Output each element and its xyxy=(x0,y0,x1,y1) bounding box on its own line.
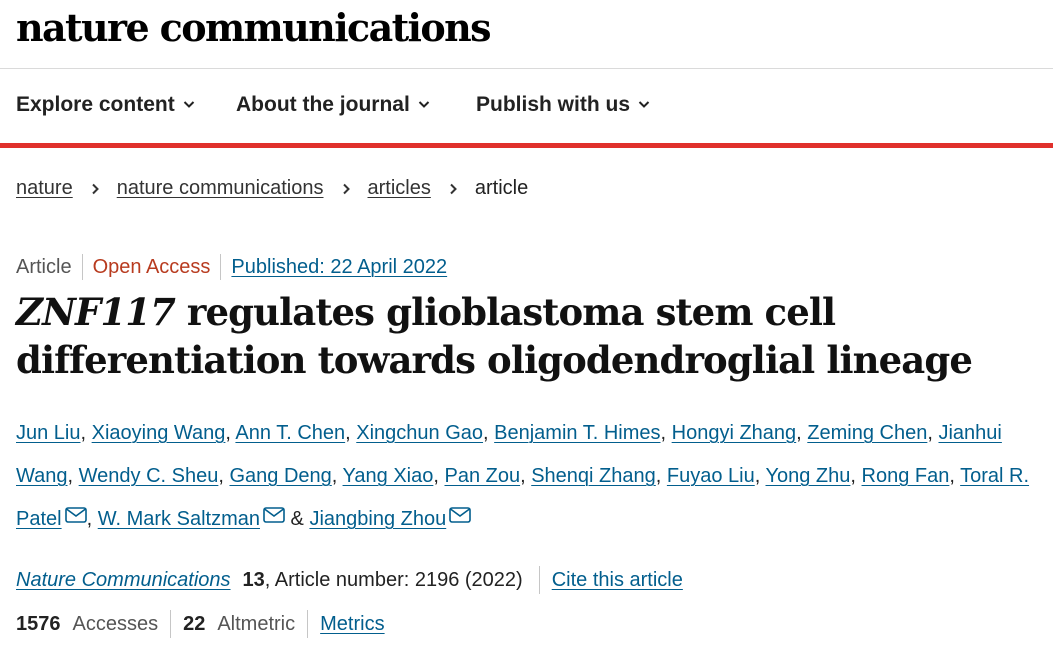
author-link[interactable]: Fuyao Liu xyxy=(667,465,755,487)
author-separator: , xyxy=(520,465,532,487)
divider xyxy=(81,254,83,280)
author-link[interactable]: Pan Zou xyxy=(444,465,520,487)
author-link[interactable]: Xiaoying Wang xyxy=(92,422,226,444)
author-link[interactable]: Zeming Chen xyxy=(807,422,927,444)
author-link[interactable]: Rong Fan xyxy=(862,465,950,487)
author-link[interactable]: Yong Zhu xyxy=(766,465,851,487)
breadcrumb: nature nature communications articles ar… xyxy=(16,177,528,200)
mail-icon[interactable] xyxy=(263,507,285,523)
author-list: Jun Liu, Xiaoying Wang, Ann T. Chen, Xin… xyxy=(16,412,1046,541)
cite-this-article-link[interactable]: Cite this article xyxy=(552,569,683,592)
chevron-right-icon xyxy=(92,183,99,194)
author-separator: , xyxy=(655,465,667,487)
open-access-badge: Open Access xyxy=(92,255,211,278)
masthead: nature communications xyxy=(0,0,1053,69)
author-separator: , xyxy=(754,465,766,487)
chevron-right-icon xyxy=(450,183,457,194)
divider xyxy=(538,566,540,594)
nav-publish-with-us[interactable]: Publish with us xyxy=(476,93,650,117)
breadcrumb-link-nature[interactable]: nature xyxy=(16,177,73,200)
site-logo[interactable]: nature communications xyxy=(16,6,492,50)
nav-about-journal[interactable]: About the journal xyxy=(236,93,430,117)
mail-icon[interactable] xyxy=(449,507,472,523)
author-separator: , xyxy=(225,422,236,444)
author-separator: , xyxy=(660,422,672,444)
altmetric-label: Altmetric xyxy=(217,612,296,635)
citation-row: Nature Communications 13 , Article numbe… xyxy=(16,566,683,594)
article-type: Article xyxy=(16,255,72,278)
altmetric-score: 22 xyxy=(183,612,206,635)
author-link[interactable]: Xingchun Gao xyxy=(356,422,483,444)
author-separator: , xyxy=(949,465,961,487)
volume-number: 13 xyxy=(242,568,265,591)
chevron-down-icon xyxy=(418,101,430,108)
breadcrumb-link-articles[interactable]: articles xyxy=(368,177,431,200)
metrics-link[interactable]: Metrics xyxy=(320,613,384,636)
chevron-down-icon xyxy=(638,101,650,108)
title-gene-name: ZNF117 xyxy=(16,290,176,334)
author-separator: , xyxy=(850,465,862,487)
author-link[interactable]: Benjamin T. Himes xyxy=(494,422,660,444)
main-nav: Explore content About the journal Publis… xyxy=(0,69,1053,148)
author-link[interactable]: Shenqi Zhang xyxy=(531,465,656,487)
author-link[interactable]: Wendy C. Sheu xyxy=(79,465,219,487)
metrics-row: 1576 Accesses 22 Altmetric Metrics xyxy=(16,610,385,638)
divider xyxy=(220,254,222,280)
journal-link[interactable]: Nature Communications xyxy=(16,569,231,592)
author-link[interactable]: Yang Xiao xyxy=(343,465,434,487)
author-separator: , xyxy=(218,465,230,487)
breadcrumb-link-nature-communications[interactable]: nature communications xyxy=(117,177,324,200)
article-title: ZNF117 regulates glioblastoma stem cell … xyxy=(16,288,1046,384)
author-separator: , xyxy=(345,422,357,444)
nav-item-label: About the journal xyxy=(236,93,410,116)
chevron-down-icon xyxy=(183,101,194,108)
nav-explore-content[interactable]: Explore content xyxy=(16,93,195,117)
author-link[interactable]: Jun Liu xyxy=(16,422,81,444)
breadcrumb-current: article xyxy=(474,177,529,199)
article-number: , Article number: 2196 (2022) xyxy=(264,568,523,591)
author-link[interactable]: Ann T. Chen xyxy=(235,422,345,444)
author-link[interactable]: W. Mark Saltzman xyxy=(98,508,260,530)
author-link[interactable]: Gang Deng xyxy=(229,465,331,487)
author-separator: , xyxy=(927,422,939,444)
author-separator: , xyxy=(86,508,98,530)
author-separator: , xyxy=(331,465,343,487)
divider xyxy=(307,610,309,638)
published-date-link[interactable]: Published: 22 April 2022 xyxy=(231,256,447,279)
accesses-count: 1576 xyxy=(16,612,61,635)
accesses-label: Accesses xyxy=(72,612,159,635)
author-separator: , xyxy=(796,422,808,444)
author-separator: & xyxy=(284,508,310,530)
nav-item-label: Explore content xyxy=(16,93,175,116)
divider xyxy=(170,610,172,638)
author-separator: , xyxy=(483,422,495,444)
author-link[interactable]: Hongyi Zhang xyxy=(672,422,797,444)
nav-item-label: Publish with us xyxy=(476,93,631,116)
author-link[interactable]: Jiangbing Zhou xyxy=(309,508,446,530)
chevron-right-icon xyxy=(342,183,350,194)
author-separator: , xyxy=(80,422,92,444)
mail-icon[interactable] xyxy=(64,507,87,523)
author-separator: , xyxy=(433,465,445,487)
author-separator: , xyxy=(67,465,79,487)
article-meta: Article Open Access Published: 22 April … xyxy=(16,254,447,280)
